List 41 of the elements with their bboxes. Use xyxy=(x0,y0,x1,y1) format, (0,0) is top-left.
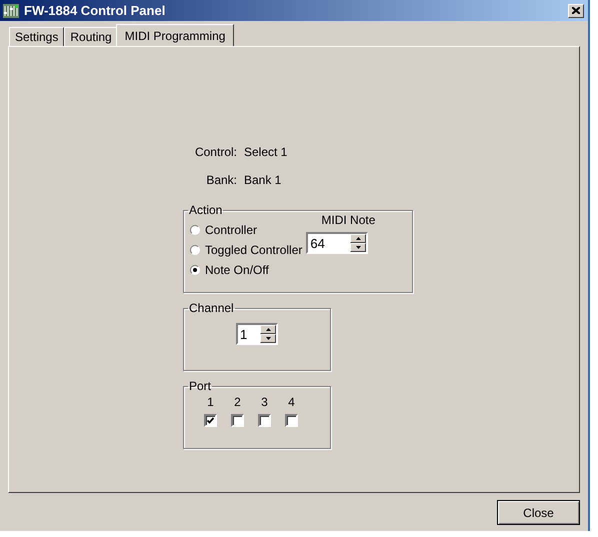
down-arrow-icon xyxy=(356,246,361,249)
port-number: 4 xyxy=(288,395,295,409)
info-label: Control: xyxy=(194,145,237,159)
spin-down-button[interactable] xyxy=(350,243,366,252)
group-title: Port xyxy=(188,379,212,393)
checkbox[interactable] xyxy=(285,414,298,427)
field-label: MIDI Note xyxy=(321,213,376,227)
port-number: 3 xyxy=(261,395,268,409)
checkbox[interactable] xyxy=(231,414,244,427)
port-number: 1 xyxy=(207,395,214,409)
midi-note-spinner[interactable]: 64 xyxy=(306,232,368,254)
group-title: Channel xyxy=(188,301,235,315)
tab[interactable]: MIDI Programming xyxy=(116,24,234,46)
port-number: 2 xyxy=(234,395,241,409)
up-arrow-icon xyxy=(356,237,361,240)
mixer-icon xyxy=(3,4,19,18)
radio-button[interactable] xyxy=(190,244,200,254)
checkbox[interactable] xyxy=(204,414,217,427)
spin-down-button[interactable] xyxy=(260,334,276,343)
radio-option[interactable]: Toggled Controller xyxy=(190,241,302,258)
up-arrow-icon xyxy=(266,328,270,331)
radio-button[interactable] xyxy=(190,224,200,234)
radio-option[interactable]: Note On/Off xyxy=(190,261,302,278)
info-value: Bank 1 xyxy=(244,173,282,187)
close-button[interactable] xyxy=(568,4,584,18)
close-button[interactable]: Close xyxy=(497,500,580,525)
down-arrow-icon xyxy=(266,337,270,340)
info-label: Bank: xyxy=(205,173,237,187)
window-title: FW-1884 Control Panel xyxy=(24,3,166,18)
close-icon xyxy=(572,7,580,14)
channel-spinner[interactable]: 1 xyxy=(236,323,278,345)
check-icon xyxy=(207,417,214,424)
spin-up-button[interactable] xyxy=(350,234,366,243)
info-value: Select 1 xyxy=(244,145,288,159)
tab[interactable]: Routing xyxy=(64,27,118,46)
radio-button[interactable] xyxy=(190,264,200,274)
radio-option[interactable]: Controller xyxy=(190,221,302,238)
tab[interactable]: Settings xyxy=(9,27,64,46)
spin-up-button[interactable] xyxy=(260,325,276,334)
group-title: Action xyxy=(188,203,224,217)
checkbox[interactable] xyxy=(258,414,271,427)
